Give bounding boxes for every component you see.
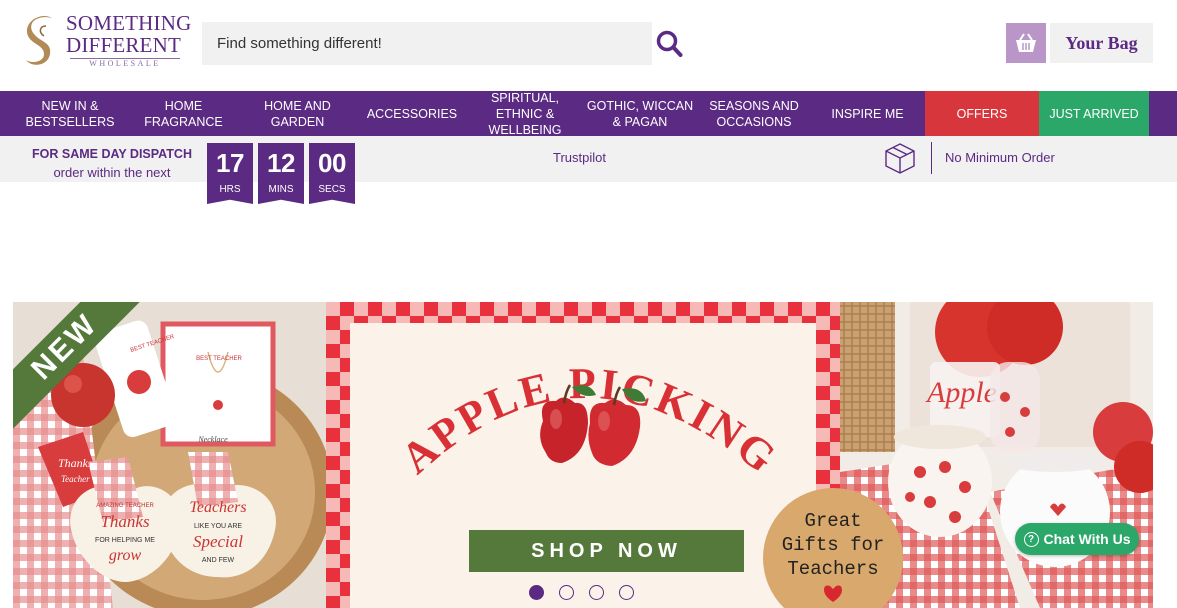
nav-item-home-fragrance[interactable]: HOME FRAGRANCE	[125, 91, 242, 136]
countdown-hours-value: 17	[216, 148, 244, 178]
apple-picking-artwork: APPLE PICKING	[392, 359, 787, 484]
logo-line2: DIFFERENT	[66, 33, 181, 57]
search-button[interactable]	[655, 28, 685, 60]
card-best-teacher: BEST TEACHER	[196, 356, 242, 362]
carousel-dot-1[interactable]	[529, 585, 544, 600]
necklace-label: Necklace	[197, 435, 228, 444]
plaque1-line3: FOR HELPING ME	[95, 537, 155, 544]
sticker-line3: Teachers	[787, 558, 878, 580]
chat-with-us-button[interactable]: ? Chat With Us	[1015, 523, 1139, 555]
dispatch-subtitle: order within the next	[53, 165, 171, 180]
plaque2-line4: AND FEW	[202, 557, 235, 564]
banner-left-image: BEST TEACHER Necklace BEST TEACHER Thank…	[13, 302, 326, 608]
banner-card: APPLE PICKING SHOP NOW	[350, 323, 816, 608]
dispatch-title: FOR SAME DAY DISPATCH	[32, 147, 192, 161]
basket-icon	[1016, 33, 1036, 52]
carousel-dot-4[interactable]	[619, 585, 634, 600]
your-bag-button[interactable]: Your Bag	[1050, 23, 1153, 63]
countdown-seconds: 00 SECS	[309, 143, 355, 204]
site-header: SOMETHING DIFFERENT WHOLESALE Your Bag	[0, 0, 1177, 91]
main-nav: NEW IN & BESTSELLERS HOME FRAGRANCE HOME…	[0, 91, 1177, 137]
sticker-line2: Gifts for	[782, 534, 885, 556]
tag-thanks: Thanks	[58, 456, 93, 470]
shop-now-button[interactable]: SHOP NOW	[469, 530, 744, 572]
plaque1-line1: AMAZING TEACHER	[96, 503, 154, 509]
chat-label: Chat With Us	[1043, 531, 1131, 547]
nav-item-new-in[interactable]: NEW IN & BESTSELLERS	[23, 91, 117, 136]
sticker-line1: Great	[804, 510, 861, 532]
min-order-text: No Minimum Order	[945, 150, 1055, 165]
dispatch-divider	[931, 142, 932, 174]
plaque2-line2: LIKE YOU ARE	[194, 523, 242, 530]
search-input[interactable]	[202, 22, 652, 65]
nav-item-inspire-me[interactable]: INSPIRE ME	[820, 91, 915, 136]
countdown-minutes-value: 12	[267, 148, 295, 178]
logo[interactable]: SOMETHING DIFFERENT WHOLESALE	[22, 12, 191, 72]
trustpilot-link[interactable]: Trustpilot	[553, 150, 606, 165]
box-icon	[885, 143, 915, 174]
logo-line1: SOMETHING	[66, 11, 192, 35]
search-icon	[656, 30, 683, 57]
carousel-dots	[529, 585, 634, 601]
great-gifts-sticker: Great Gifts for Teachers	[763, 488, 903, 608]
plaque2-line1: Teachers	[189, 499, 246, 516]
nav-item-just-arrived[interactable]: JUST ARRIVED	[1039, 91, 1149, 136]
nav-item-seasons[interactable]: SEASONS AND OCCASIONS	[700, 91, 808, 136]
logo-swirl-icon	[26, 15, 52, 65]
nav-item-accessories[interactable]: ACCESSORIES	[360, 91, 464, 136]
nav-item-home-garden[interactable]: HOME AND GARDEN	[255, 91, 340, 136]
countdown-hours-label: HRS	[219, 184, 241, 195]
carousel-dot-3[interactable]	[589, 585, 604, 600]
logo-line3: WHOLESALE	[89, 59, 161, 68]
countdown-minutes-label: MINS	[268, 184, 294, 195]
nav-item-gothic[interactable]: GOTHIC, WICCAN & PAGAN	[585, 91, 695, 136]
tag-teacher: Teacher	[61, 474, 90, 484]
hero-banner[interactable]: BEST TEACHER Necklace BEST TEACHER Thank…	[13, 302, 1153, 608]
banner-headline-text: APPLE PICKING	[392, 359, 784, 484]
banner-headline: APPLE PICKING	[392, 359, 787, 484]
help-circle-icon: ?	[1023, 531, 1039, 547]
countdown-seconds-label: SECS	[318, 184, 346, 195]
plaque2-line3: Special	[193, 532, 243, 551]
nav-item-offers[interactable]: OFFERS	[925, 91, 1039, 136]
plaque1-line2: Thanks	[100, 512, 150, 531]
countdown-minutes: 12 MINS	[258, 143, 304, 204]
jar-apple-text: Apple	[925, 376, 997, 409]
plaque1-line4: grow	[109, 547, 142, 564]
basket-button[interactable]	[1006, 23, 1046, 63]
carousel-dot-2[interactable]	[559, 585, 574, 600]
nav-item-spiritual[interactable]: SPIRITUAL, ETHNIC & WELLBEING	[470, 91, 580, 137]
countdown-hours: 17 HRS	[207, 143, 253, 204]
countdown-seconds-value: 00	[318, 148, 346, 178]
